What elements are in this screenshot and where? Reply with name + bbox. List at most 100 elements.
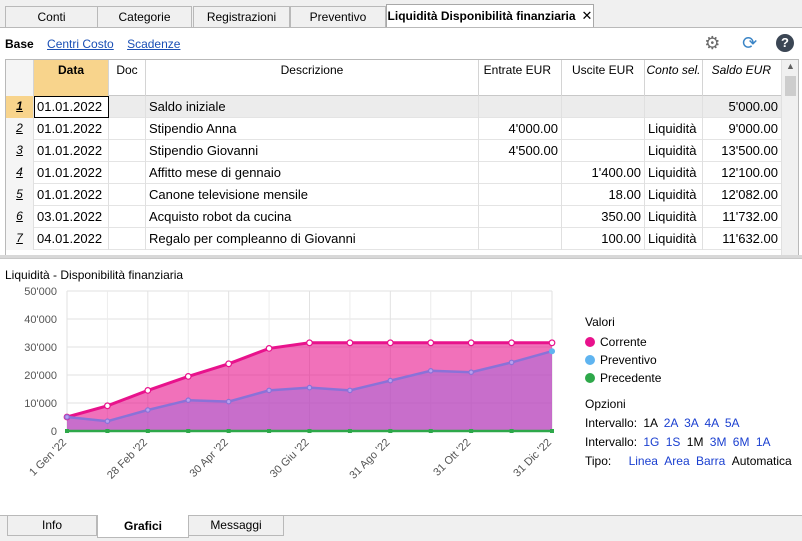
cell-data[interactable]: 03.01.2022 (34, 206, 109, 228)
row-number[interactable]: 2 (6, 118, 34, 140)
cell-entrate[interactable] (479, 228, 562, 250)
row-number[interactable]: 7 (6, 228, 34, 250)
row-number[interactable]: 3 (6, 140, 34, 162)
cell-conto[interactable]: Liquidità (645, 140, 703, 162)
cell-entrate[interactable]: 4'500.00 (479, 140, 562, 162)
cell-saldo[interactable]: 12'100.00 (703, 162, 782, 184)
tab-liquidita[interactable]: Liquidità Disponibilità finanziaria ✕ (386, 4, 594, 28)
view-scadenze[interactable]: Scadenze (127, 37, 180, 51)
table-row[interactable]: 7 04.01.2022 Regalo per compleanno di Giov… (6, 228, 782, 250)
cell-uscite[interactable] (562, 140, 645, 162)
cell-descrizione[interactable]: Canone televisione mensile (146, 184, 479, 206)
cell-entrate[interactable] (479, 162, 562, 184)
cell-uscite[interactable]: 18.00 (562, 184, 645, 206)
interval-4a[interactable]: 4A (704, 416, 718, 430)
cell-doc[interactable] (109, 228, 146, 250)
table-row[interactable]: 3 01.01.2022 Stipendio Giovanni 4'500.00 Liq… (6, 140, 782, 162)
cell-descrizione[interactable]: Regalo per compleanno di Giovanni (146, 228, 479, 250)
cell-entrate[interactable] (479, 184, 562, 206)
cell-doc[interactable] (109, 206, 146, 228)
interval-1a-months[interactable]: 1A (756, 435, 771, 449)
cell-uscite[interactable]: 1'400.00 (562, 162, 645, 184)
cell-saldo[interactable]: 12'082.00 (703, 184, 782, 206)
legend-item-precedente[interactable]: Precedente (585, 369, 792, 387)
table-row[interactable]: 1 01.01.2022 Saldo iniziale 5'000.00 (6, 96, 782, 118)
cell-data[interactable]: 01.01.2022 (34, 118, 109, 140)
tab-grafici[interactable]: Grafici (97, 515, 189, 538)
interval-1a[interactable]: 1A (643, 416, 657, 430)
cell-data[interactable]: 01.01.2022 (34, 162, 109, 184)
cell-conto[interactable]: Liquidità (645, 228, 703, 250)
cell-doc[interactable] (109, 184, 146, 206)
column-header-doc[interactable]: Doc (109, 60, 146, 96)
interval-1s[interactable]: 1S (666, 435, 681, 449)
cell-conto[interactable]: Liquidità (645, 184, 703, 206)
table-row[interactable]: 5 01.01.2022 Canone televisione mensile 18.… (6, 184, 782, 206)
cell-entrate[interactable]: 4'000.00 (479, 118, 562, 140)
cell-saldo[interactable]: 13'500.00 (703, 140, 782, 162)
tab-categorie[interactable]: Categorie (97, 6, 192, 27)
table-row[interactable]: 2 01.01.2022 Stipendio Anna 4'000.00 Liquidi… (6, 118, 782, 140)
tab-messaggi[interactable]: Messaggi (188, 516, 284, 536)
interval-1g[interactable]: 1G (643, 435, 659, 449)
column-header-entrate[interactable]: Entrate EUR (479, 60, 562, 96)
tab-conti[interactable]: Conti (5, 6, 98, 27)
type-linea[interactable]: Linea (629, 454, 658, 468)
row-number[interactable]: 4 (6, 162, 34, 184)
interval-1m[interactable]: 1M (687, 435, 704, 449)
cell-uscite[interactable]: 350.00 (562, 206, 645, 228)
cell-doc[interactable] (109, 140, 146, 162)
table-row[interactable]: 4 01.01.2022 Affitto mese di gennaio 1'400.… (6, 162, 782, 184)
cell-conto[interactable]: Liquidità (645, 162, 703, 184)
interval-3m[interactable]: 3M (710, 435, 727, 449)
cell-descrizione[interactable]: Acquisto robot da cucina (146, 206, 479, 228)
column-header-uscite[interactable]: Uscite EUR (562, 60, 645, 96)
row-number[interactable]: 6 (6, 206, 34, 228)
type-barra[interactable]: Barra (696, 454, 725, 468)
tab-preventivo[interactable]: Preventivo (290, 6, 386, 27)
cell-entrate[interactable] (479, 206, 562, 228)
column-header-descrizione[interactable]: Descrizione (146, 60, 479, 96)
view-base[interactable]: Base (5, 37, 34, 51)
interval-6m[interactable]: 6M (733, 435, 750, 449)
cell-saldo[interactable]: 11'732.00 (703, 206, 782, 228)
cell-doc[interactable] (109, 96, 146, 118)
cell-conto[interactable]: Liquidità (645, 206, 703, 228)
gear-icon[interactable]: ⚙ (701, 32, 723, 54)
column-header-conto[interactable]: Conto sel. (645, 60, 703, 96)
interval-5a[interactable]: 5A (725, 416, 740, 430)
cell-uscite[interactable] (562, 118, 645, 140)
interval-2a[interactable]: 2A (664, 416, 678, 430)
type-automatica[interactable]: Automatica (732, 454, 792, 468)
cell-descrizione[interactable]: Stipendio Giovanni (146, 140, 479, 162)
cell-saldo[interactable]: 11'632.00 (703, 228, 782, 250)
row-number[interactable]: 1 (6, 96, 34, 118)
scroll-thumb[interactable] (785, 76, 796, 96)
cell-saldo[interactable]: 5'000.00 (703, 96, 782, 118)
scroll-up-icon[interactable]: ▲ (782, 61, 798, 71)
type-area[interactable]: Area (664, 454, 689, 468)
tab-info[interactable]: Info (7, 516, 97, 536)
cell-data[interactable]: 01.01.2022 (34, 96, 109, 118)
cell-data[interactable]: 01.01.2022 (34, 140, 109, 162)
table-row[interactable]: 6 03.01.2022 Acquisto robot da cucina 350.0… (6, 206, 782, 228)
cell-descrizione[interactable]: Saldo iniziale (146, 96, 479, 118)
cell-entrate[interactable] (479, 96, 562, 118)
cell-doc[interactable] (109, 118, 146, 140)
legend-item-corrente[interactable]: Corrente (585, 333, 792, 351)
tab-registrazioni[interactable]: Registrazioni (193, 6, 290, 27)
cell-data[interactable]: 04.01.2022 (34, 228, 109, 250)
help-icon[interactable]: ? (776, 34, 794, 52)
cell-data[interactable]: 01.01.2022 (34, 184, 109, 206)
cell-doc[interactable] (109, 162, 146, 184)
refresh-icon[interactable]: ⟳ (739, 32, 761, 54)
close-icon[interactable]: ✕ (582, 8, 593, 23)
cell-uscite[interactable]: 100.00 (562, 228, 645, 250)
cell-saldo[interactable]: 9'000.00 (703, 118, 782, 140)
cell-descrizione[interactable]: Affitto mese di gennaio (146, 162, 479, 184)
interval-3a[interactable]: 3A (684, 416, 698, 430)
column-header-saldo[interactable]: Saldo EUR (703, 60, 782, 96)
cell-uscite[interactable] (562, 96, 645, 118)
vertical-scrollbar[interactable]: ▲ ▼ (781, 60, 798, 274)
row-number[interactable]: 5 (6, 184, 34, 206)
